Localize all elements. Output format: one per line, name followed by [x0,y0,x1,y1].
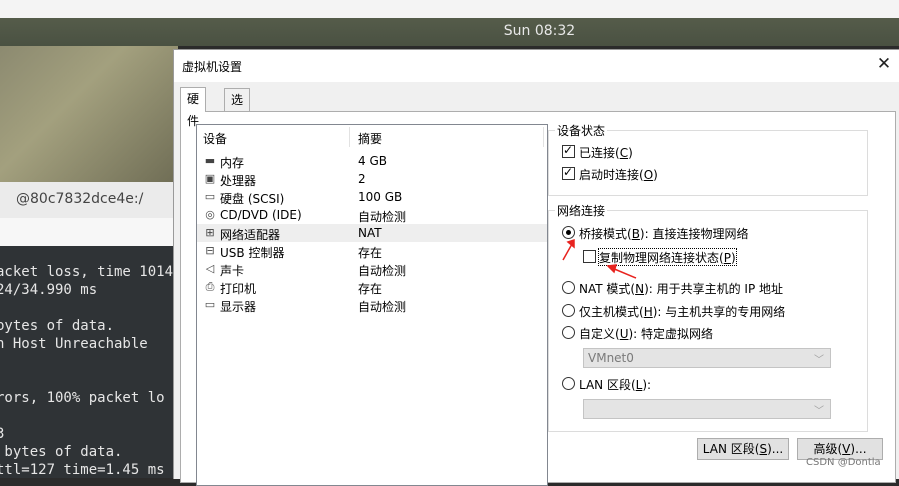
device-row[interactable]: ⊞ 网络适配器 NAT [197,224,547,242]
arrow-to-bridged [562,243,573,261]
connected-label[interactable]: 已连接(C) [579,144,633,161]
device-summary: 自动检测 [358,300,407,314]
custom-radio[interactable] [562,326,575,339]
column-summary[interactable]: 摘要 [358,130,382,147]
sound-card-icon: ◁ [205,262,215,275]
device-row[interactable]: ▭ 显示器 自动检测 [197,296,547,314]
device-name: 硬盘 (SCSI) [220,192,285,206]
device-row[interactable]: ▬ 内存 4 GB [197,152,547,170]
custom-network-select[interactable]: VMnet0 ﹀ [583,348,831,368]
chevron-down-icon: ﹀ [814,355,824,366]
device-status-legend: 设备状态 [555,122,608,139]
gnome-top-bar: Sun 08:32 [0,18,899,46]
lan-segment-radio[interactable] [562,377,575,390]
device-status-group: 设备状态 已连接(C) 启动时连接(O) [548,122,868,196]
device-summary: 自动检测 [358,210,407,224]
terminal-line: 24/34.990 ms [0,282,98,298]
clock[interactable]: Sun 08:32 [0,23,899,39]
dialog-titlebar: 虚拟机设置 ✕ [174,50,899,82]
host-only-label[interactable]: 仅主机模式(H): 与主机共享的专用网络 [579,303,785,320]
terminal-line: bytes of data. [0,444,123,460]
annotation-arrows [562,238,637,279]
device-name: CD/DVD (IDE) [220,208,302,222]
dialog-title: 虚拟机设置 [182,60,243,74]
arrow-head-replicate [606,264,618,274]
lan-segments-button[interactable]: LAN 区段(S)... [697,438,789,460]
cd-dvd-icon: ◎ [205,208,215,221]
device-row[interactable]: ⊟ USB 控制器 存在 [197,242,547,260]
terminal-line: bytes of data. [0,318,115,334]
device-name: 显示器 [220,300,257,314]
vm-settings-dialog: 虚拟机设置 ✕ 硬件 选项 设备 摘要 ▬ 内存 4 GB ▣ 处理器 2 ▭ 硬盘 (SCS… [173,49,899,486]
cpu-icon: ▣ [204,172,216,185]
chevron-down-icon: ﹀ [814,406,824,417]
device-row[interactable]: ▣ 处理器 2 [197,170,547,188]
watermark: CSDN @Dontla [806,457,881,468]
terminal-tabbar [0,218,178,246]
terminal-line: ttl=127 time=1.45 ms [0,462,165,478]
device-summary: 100 GB [358,190,403,204]
memory-icon: ▬ [204,154,216,167]
wallpaper [0,46,178,182]
close-icon[interactable]: ✕ [874,54,894,74]
device-list[interactable]: 设备 摘要 ▬ 内存 4 GB ▣ 处理器 2 ▭ 硬盘 (SCSI) 100 GB ◎ CD/DV… [196,124,548,486]
terminal-title: @80c7832dce4e:/ [16,191,144,207]
custom-label[interactable]: 自定义(U): 特定虚拟网络 [579,325,713,342]
terminal-line: n Host Unreachable [0,336,148,352]
device-row[interactable]: ◎ CD/DVD (IDE) 自动检测 [197,206,547,224]
lan-segment-label[interactable]: LAN 区段(L): [579,376,651,393]
tab-hardware[interactable]: 硬件 [180,87,207,128]
device-summary: 4 GB [358,154,387,168]
network-adapter-icon: ⊞ [205,226,215,239]
hard-disk-icon: ▭ [204,190,216,203]
column-device[interactable]: 设备 [203,130,227,147]
device-name: USB 控制器 [220,246,285,260]
printer-icon: ⎙ [205,280,215,293]
device-summary: 存在 [358,282,383,296]
connected-checkbox[interactable] [562,143,575,158]
top-strip [0,0,899,18]
device-row[interactable]: ▭ 硬盘 (SCSI) 100 GB [197,188,547,206]
tab-panel: 设备 摘要 ▬ 内存 4 GB ▣ 处理器 2 ▭ 硬盘 (SCSI) 100 GB ◎ CD/DV… [180,111,896,486]
network-connection-legend: 网络连接 [555,202,608,219]
connect-on-power-label[interactable]: 启动时连接(O) [579,166,658,183]
device-row[interactable]: ◁ 声卡 自动检测 [197,260,547,278]
device-name: 打印机 [220,282,257,296]
device-name: 网络适配器 [220,228,281,242]
device-name: 声卡 [220,264,245,278]
custom-network-value: VMnet0 [588,351,634,365]
tab-options[interactable]: 选项 [224,88,251,129]
device-summary: 自动检测 [358,264,407,278]
device-name: 内存 [220,156,245,170]
device-summary: 2 [358,172,366,186]
device-list-header: 设备 摘要 [197,125,547,149]
arrow-to-replicate [611,267,637,279]
device-name: 处理器 [220,174,257,188]
connect-on-power-checkbox[interactable] [562,165,575,180]
device-summary: NAT [358,226,382,240]
terminal-output[interactable]: acket loss, time 1014 24/34.990 ms bytes o… [0,246,178,478]
terminal-line: rors, 100% packet lo [0,390,165,406]
terminal-line: acket loss, time 1014 [0,264,174,280]
terminal-titlebar: @80c7832dce4e:/ [0,182,178,219]
display-icon: ▭ [204,298,216,311]
usb-icon: ⊟ [205,244,215,257]
lan-segment-select[interactable]: ﹀ [583,399,831,419]
host-only-radio[interactable] [562,304,575,317]
terminal-line: 3 [0,426,5,442]
device-summary: 存在 [358,246,383,260]
device-row[interactable]: ⎙ 打印机 存在 [197,278,547,296]
